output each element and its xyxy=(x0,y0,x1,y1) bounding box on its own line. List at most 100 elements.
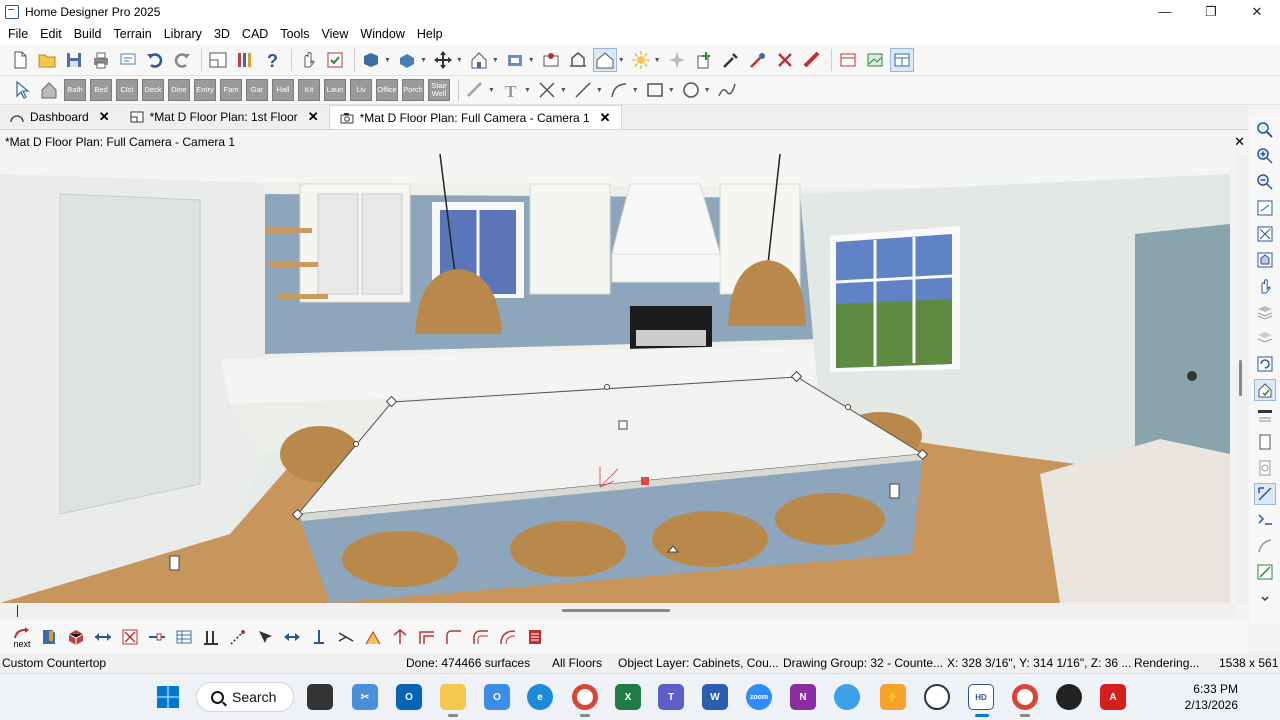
object-list-icon[interactable] xyxy=(523,625,547,649)
offset-icon[interactable] xyxy=(388,625,412,649)
point-to-point-icon[interactable] xyxy=(226,625,250,649)
page-search-icon[interactable] xyxy=(1254,457,1276,479)
object-snaps-icon[interactable] xyxy=(1254,535,1276,557)
hand-select-icon[interactable] xyxy=(296,48,320,72)
camera-view-icon[interactable] xyxy=(359,48,383,72)
orbit-camera-icon[interactable] xyxy=(1254,353,1276,375)
draw-line-icon[interactable] xyxy=(571,78,595,102)
room-porch-button[interactable]: Porch xyxy=(402,79,424,101)
double-arrow-icon[interactable] xyxy=(280,625,304,649)
draw-arc-icon[interactable] xyxy=(607,78,631,102)
taskbar-clock[interactable]: 6:33 PM 2/13/2026 xyxy=(1180,681,1238,713)
menu-window[interactable]: Window xyxy=(354,27,410,41)
walls-layer-icon[interactable] xyxy=(1254,327,1276,349)
new-plan-icon[interactable] xyxy=(8,48,32,72)
menu-library[interactable]: Library xyxy=(158,27,208,41)
transform-replicate-icon[interactable] xyxy=(145,625,169,649)
room-bed-button[interactable]: Bed xyxy=(90,79,112,101)
fillet-icon[interactable] xyxy=(361,625,385,649)
chevron-down-icon[interactable]: ▼ xyxy=(420,57,427,64)
text-tool-icon[interactable]: T xyxy=(499,78,523,102)
chevron-down-icon[interactable]: ▼ xyxy=(618,57,625,64)
room-fam-button[interactable]: Fam xyxy=(220,79,242,101)
house-view-icon[interactable] xyxy=(467,48,491,72)
make-arc-icon[interactable] xyxy=(469,625,493,649)
room-kit-button[interactable]: Kit xyxy=(298,79,320,101)
chevron-down-icon[interactable]: ▼ xyxy=(560,87,567,94)
room-stairwell-button[interactable]: Stair Well xyxy=(428,79,450,101)
chevron-down-icon[interactable]: ▼ xyxy=(528,57,535,64)
clock-app-icon[interactable] xyxy=(924,684,950,710)
tab-full-camera[interactable]: *Mat D Floor Plan: Full Camera - Camera … xyxy=(328,105,622,129)
chamfer-icon[interactable] xyxy=(415,625,439,649)
pan-hand-icon[interactable] xyxy=(1254,275,1276,297)
zoom-icon[interactable] xyxy=(1254,119,1276,141)
sun-lighting-icon[interactable] xyxy=(629,48,653,72)
chevron-down-icon[interactable]: ▼ xyxy=(632,87,639,94)
eyedropper-icon[interactable] xyxy=(719,48,743,72)
overview-icon[interactable] xyxy=(395,48,419,72)
delete-surfaces-icon[interactable] xyxy=(539,48,563,72)
material-eyedropper-icon[interactable] xyxy=(253,625,277,649)
menu-build[interactable]: Build xyxy=(68,27,108,41)
room-bath-button[interactable]: Bath xyxy=(64,79,86,101)
taskbar-search-box[interactable]: Search xyxy=(196,682,294,712)
windows-start-icon[interactable] xyxy=(155,684,181,710)
camera-view-viewport[interactable] xyxy=(0,154,1230,603)
cad-point-icon[interactable] xyxy=(535,78,559,102)
tile-windows-icon[interactable] xyxy=(889,48,914,72)
tab-close-button[interactable]: ✕ xyxy=(600,110,611,126)
zoom-in-icon[interactable] xyxy=(1254,145,1276,167)
room-clst-button[interactable]: Clst xyxy=(116,79,138,101)
chrome-icon[interactable] xyxy=(572,684,598,710)
vertical-scrollbar[interactable] xyxy=(1236,154,1248,603)
menu-view[interactable]: View xyxy=(316,27,355,41)
edit-checklist-icon[interactable] xyxy=(323,48,347,72)
tab-close-button[interactable]: ✕ xyxy=(99,109,110,125)
light-sparkle-icon[interactable] xyxy=(665,48,689,72)
layers-icon[interactable] xyxy=(1254,301,1276,323)
cross-section-icon[interactable] xyxy=(566,48,590,72)
display-options-icon[interactable] xyxy=(1254,405,1276,427)
undo-icon[interactable] xyxy=(143,48,167,72)
excel-icon[interactable]: X xyxy=(615,684,641,710)
dollhouse-icon[interactable] xyxy=(503,48,527,72)
outlook-icon[interactable]: O xyxy=(396,684,422,710)
tab-close-button[interactable]: ✕ xyxy=(308,109,319,125)
scroll-down-arrow-icon[interactable] xyxy=(1254,587,1276,609)
dimension-tool-icon[interactable] xyxy=(463,78,487,102)
zoom-out-icon[interactable] xyxy=(1254,171,1276,193)
room-dine-button[interactable]: Dine xyxy=(168,79,190,101)
scrollbar-thumb[interactable] xyxy=(1239,360,1242,396)
room-entry-button[interactable]: Entry xyxy=(194,79,216,101)
edge-browser-icon[interactable]: e xyxy=(527,684,553,710)
elevation-icon[interactable] xyxy=(592,48,617,72)
chevron-down-icon[interactable]: ▼ xyxy=(654,57,661,64)
tab-dashboard[interactable]: Dashboard ✕ xyxy=(0,105,120,129)
page-icon[interactable] xyxy=(1254,431,1276,453)
menu-cad[interactable]: CAD xyxy=(236,27,274,41)
align-dimension-icon[interactable] xyxy=(199,625,223,649)
draw-circle-icon[interactable] xyxy=(679,78,703,102)
draw-spline-icon[interactable] xyxy=(715,78,739,102)
room-tool-icon[interactable] xyxy=(37,78,61,102)
save-icon[interactable] xyxy=(62,48,86,72)
tab-1st-floor[interactable]: *Mat D Floor Plan: 1st Floor ✕ xyxy=(120,105,329,129)
menu-help[interactable]: Help xyxy=(411,27,449,41)
redo-icon[interactable] xyxy=(170,48,194,72)
close-window-button[interactable]: ✕ xyxy=(1234,0,1280,23)
horizontal-scrollbar[interactable] xyxy=(0,603,1236,619)
open-folder-icon[interactable] xyxy=(35,48,59,72)
menu-tools[interactable]: Tools xyxy=(274,27,315,41)
chevron-down-icon[interactable]: ▼ xyxy=(492,57,499,64)
obs-recorder-icon[interactable] xyxy=(1056,684,1082,710)
floor-plan-view-icon[interactable] xyxy=(206,48,230,72)
room-laun-button[interactable]: Laun xyxy=(324,79,346,101)
task-view-icon[interactable] xyxy=(307,684,333,710)
file-explorer-icon[interactable] xyxy=(440,684,466,710)
edit-table-icon[interactable] xyxy=(172,625,196,649)
room-deck-button[interactable]: Deck xyxy=(142,79,164,101)
onenote-icon[interactable]: N xyxy=(790,684,816,710)
join-lines-icon[interactable] xyxy=(442,625,466,649)
add-to-library-icon[interactable] xyxy=(692,48,716,72)
